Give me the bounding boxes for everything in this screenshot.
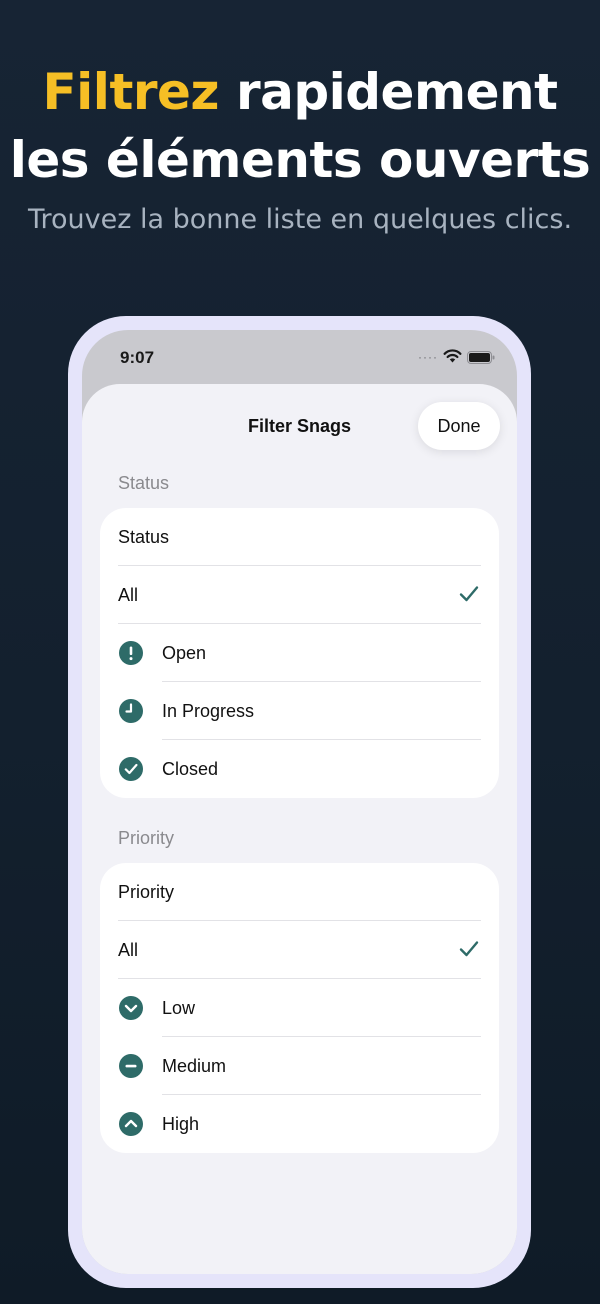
status-time: 9:07 <box>120 348 155 367</box>
status-card: Status All Open In Progress Closed <box>100 508 499 798</box>
chevron-up-circle-icon <box>119 1112 143 1136</box>
status-bar: 9:07 ···· <box>82 330 517 384</box>
priority-card: Priority All Low Medium High <box>100 863 499 1153</box>
cellular-dots-icon: ···· <box>418 350 438 364</box>
priority-title-row: Priority <box>100 863 499 921</box>
status-closed-label: Closed <box>162 758 219 779</box>
status-title-row: Status <box>100 508 499 566</box>
status-title-label: Status <box>118 526 170 547</box>
priority-option-medium[interactable]: Medium <box>100 1037 499 1095</box>
hero-subtitle: Trouvez la bonne liste en quelques clics… <box>27 204 573 235</box>
status-option-closed[interactable]: Closed <box>100 740 499 798</box>
checkmark-icon <box>459 586 479 602</box>
priority-high-label: High <box>162 1113 200 1134</box>
status-option-all[interactable]: All <box>100 566 499 624</box>
priority-medium-label: Medium <box>162 1055 227 1076</box>
filter-sheet: Filter Snags Done Status Status All Open… <box>82 384 517 1274</box>
clock-icon <box>119 699 143 723</box>
priority-all-label: All <box>118 939 139 960</box>
priority-option-all[interactable]: All <box>100 921 499 979</box>
status-open-label: Open <box>162 642 207 663</box>
chevron-down-circle-icon <box>119 996 143 1020</box>
done-button[interactable]: Done <box>418 402 500 450</box>
priority-section-header: Priority <box>118 828 175 848</box>
wifi-icon <box>443 349 462 363</box>
exclamation-circle-icon <box>119 641 143 665</box>
priority-title-label: Priority <box>118 881 175 902</box>
status-section-header: Status <box>118 473 170 493</box>
checkmark-icon <box>459 941 479 957</box>
hero-title: Filtrez rapidement les éléments ouverts <box>0 58 600 194</box>
status-option-in-progress[interactable]: In Progress <box>100 682 499 740</box>
phone-screen: 9:07 ···· Filter Snags Done Status Statu… <box>82 330 517 1274</box>
hero-title-rest: rapidement <box>219 63 558 121</box>
priority-option-low[interactable]: Low <box>100 979 499 1037</box>
check-circle-icon <box>119 757 143 781</box>
hero-title-accent: Filtrez <box>42 63 220 121</box>
minus-circle-icon <box>119 1054 143 1078</box>
status-all-label: All <box>118 584 139 605</box>
status-option-open[interactable]: Open <box>100 624 499 682</box>
battery-icon <box>467 351 495 364</box>
status-in-progress-label: In Progress <box>162 700 255 721</box>
priority-low-label: Low <box>162 997 196 1018</box>
priority-option-high[interactable]: High <box>100 1095 499 1153</box>
phone-frame: 9:07 ···· Filter Snags Done Status Statu… <box>68 316 531 1288</box>
hero-title-line2: les éléments ouverts <box>9 131 591 189</box>
